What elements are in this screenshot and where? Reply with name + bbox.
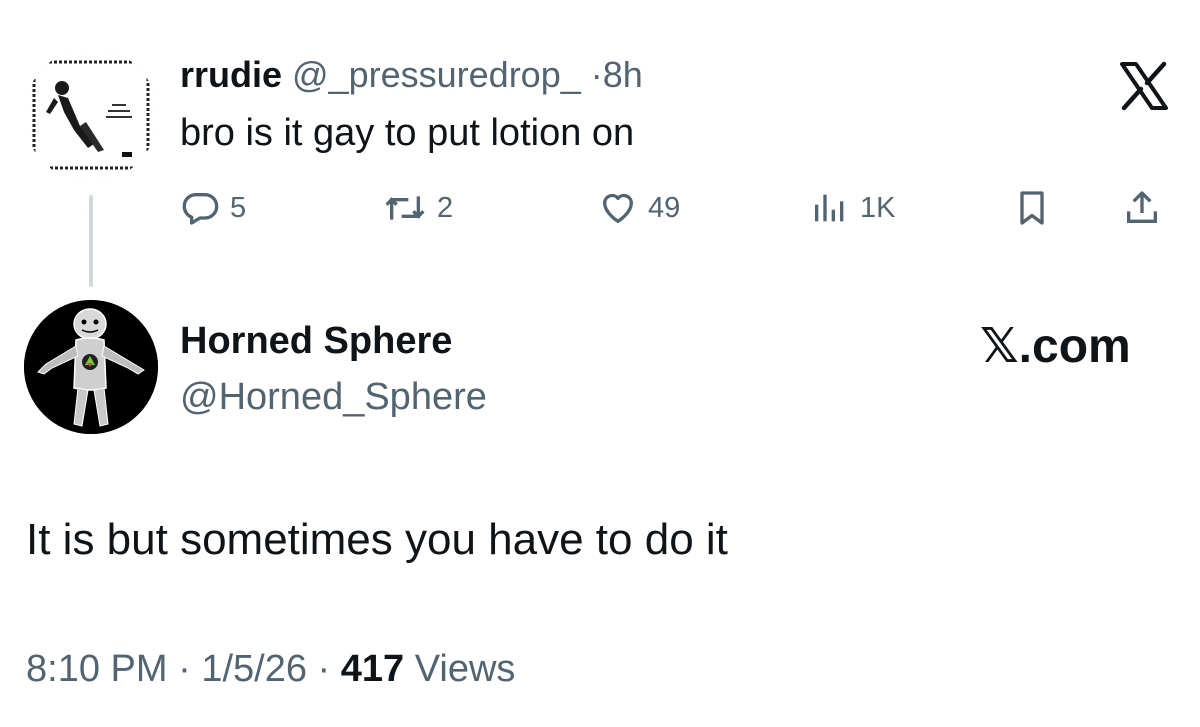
header-separator: · bbox=[590, 54, 603, 95]
reply-views-count[interactable]: 417 bbox=[341, 648, 404, 690]
like-button[interactable]: 49 bbox=[598, 186, 680, 230]
reply-icon bbox=[180, 188, 220, 228]
reply-date[interactable]: 1/5/26 bbox=[201, 648, 307, 690]
like-count: 49 bbox=[648, 191, 681, 224]
parent-handle[interactable]: @_pressuredrop_ bbox=[292, 54, 581, 95]
album-cover-image bbox=[24, 48, 158, 182]
x-logo-icon[interactable] bbox=[1118, 60, 1170, 112]
parent-display-name[interactable]: rrudie bbox=[180, 54, 282, 95]
meta-separator: · bbox=[178, 648, 191, 690]
heart-icon bbox=[598, 188, 638, 228]
bookmark-button[interactable] bbox=[1012, 186, 1052, 230]
bookmark-icon bbox=[1012, 188, 1052, 228]
reply-avatar[interactable] bbox=[24, 300, 158, 434]
parent-tweet-text: bro is it gay to put lotion on bbox=[180, 112, 635, 154]
parent-avatar[interactable] bbox=[24, 48, 158, 182]
views-chart-icon bbox=[810, 188, 850, 228]
reply-views-label: Views bbox=[414, 648, 516, 690]
reply-tweet-text: It is but sometimes you have to do it bbox=[26, 515, 728, 564]
reply-timestamp-row: 8:10 PM · 1/5/26 · 417 Views bbox=[26, 646, 515, 692]
meta-separator: · bbox=[317, 648, 331, 690]
views-button[interactable]: 1K bbox=[810, 186, 895, 230]
reply-handle[interactable]: @Horned_Sphere bbox=[180, 374, 487, 420]
reply-display-name[interactable]: Horned Sphere bbox=[180, 318, 452, 364]
retweet-icon bbox=[383, 188, 427, 228]
reply-count: 5 bbox=[230, 191, 247, 224]
reply-time[interactable]: 8:10 PM bbox=[26, 648, 168, 690]
share-icon bbox=[1122, 188, 1162, 228]
horned-figure-image bbox=[24, 300, 158, 434]
reply-button[interactable]: 5 bbox=[180, 186, 246, 230]
thread-connector-line bbox=[89, 195, 93, 287]
retweet-button[interactable]: 2 bbox=[383, 186, 453, 230]
share-button[interactable] bbox=[1122, 186, 1162, 230]
views-count: 1K bbox=[860, 191, 896, 224]
x-dot-com-link[interactable]: 𝕏.com bbox=[980, 320, 1131, 374]
retweet-count: 2 bbox=[437, 191, 454, 224]
parent-time[interactable]: 8h bbox=[603, 54, 643, 95]
parent-tweet-header: rrudie @_pressuredrop_ ·8h bbox=[180, 54, 643, 96]
